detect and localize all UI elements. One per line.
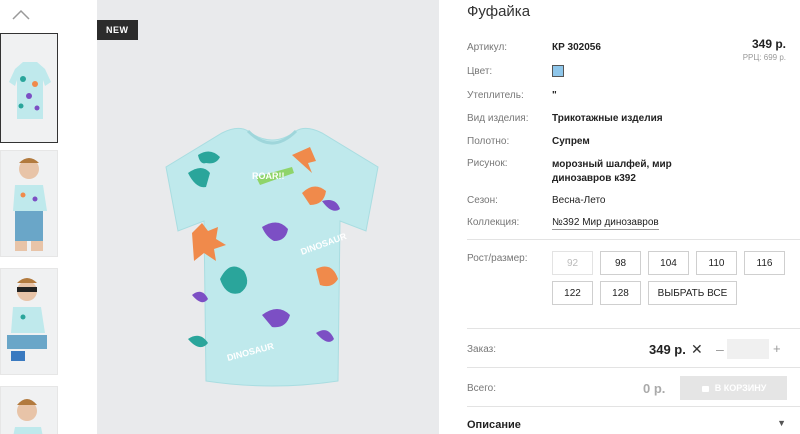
add-to-cart-button[interactable]: В КОРЗИНУ xyxy=(680,376,787,400)
thumbnail-4[interactable] xyxy=(0,386,58,434)
size-option-128[interactable]: 128 xyxy=(600,281,641,305)
attr-value: Весна-Лето xyxy=(552,195,606,206)
divider xyxy=(467,239,800,240)
chevron-up-icon[interactable] xyxy=(11,8,31,22)
product-page: NEW crockid ROAR!! DINOSAUR DINOSAUR Фуф… xyxy=(0,0,800,434)
attr-value: " xyxy=(552,90,557,101)
attr-value: КР 302056 xyxy=(552,42,601,53)
attr-value: Трикотажные изделия xyxy=(552,113,663,124)
product-title: Фуфайка xyxy=(467,3,531,20)
svg-text:ROAR!!: ROAR!! xyxy=(252,171,285,181)
divider xyxy=(467,406,800,407)
cart-icon xyxy=(701,385,709,392)
attr-value: морозный шалфей, мир динозавров к392 xyxy=(552,159,672,184)
divider xyxy=(467,367,800,368)
attr-label: Сезон: xyxy=(467,195,498,206)
sizes-label: Рост/размер: xyxy=(467,253,528,264)
decrease-quantity-button[interactable]: – xyxy=(716,341,724,357)
attr-label: Полотно: xyxy=(467,136,510,147)
collection-link[interactable]: №392 Мир динозавров xyxy=(552,217,659,230)
new-badge: NEW xyxy=(97,20,138,40)
add-to-cart-label: В КОРЗИНУ xyxy=(714,383,767,393)
main-product-image[interactable]: NEW crockid ROAR!! DINOSAUR DINOSAUR xyxy=(97,0,439,434)
attr-label: Артикул: xyxy=(467,42,508,53)
thumbnail-3[interactable] xyxy=(0,268,58,375)
size-option-98[interactable]: 98 xyxy=(600,251,641,275)
chevron-down-icon[interactable]: ▼ xyxy=(777,418,786,428)
attr-label: Рисунок: xyxy=(467,158,508,169)
close-icon[interactable]: ✕ xyxy=(691,341,703,358)
thumbnail-1[interactable] xyxy=(0,33,58,143)
color-swatch[interactable] xyxy=(552,65,564,77)
size-option-92: 92 xyxy=(552,251,593,275)
order-total: 0 р. xyxy=(643,381,666,396)
description-toggle[interactable]: Описание xyxy=(467,419,521,431)
size-option-122[interactable]: 122 xyxy=(552,281,593,305)
thumbnail-gallery xyxy=(0,0,62,434)
attr-label: Утеплитель: xyxy=(467,90,524,101)
tshirt-image: ROAR!! DINOSAUR DINOSAUR xyxy=(165,127,379,387)
size-option-116[interactable]: 116 xyxy=(744,251,785,275)
recommended-price: РРЦ: 699 р. xyxy=(742,53,786,62)
product-info: Фуфайка 349 р. РРЦ: 699 р. Артикул: КР 3… xyxy=(467,0,800,434)
attr-value: Супрем xyxy=(552,136,590,147)
select-all-sizes-button[interactable]: ВЫБРАТЬ ВСЕ xyxy=(648,281,737,305)
thumbnail-2[interactable] xyxy=(0,150,58,257)
attr-label: Коллекция: xyxy=(467,217,520,228)
increase-quantity-button[interactable]: + xyxy=(773,341,781,356)
total-label: Всего: xyxy=(467,383,496,394)
attr-label: Вид изделия: xyxy=(467,113,529,124)
order-label: Заказ: xyxy=(467,344,497,355)
quantity-input[interactable] xyxy=(727,339,769,359)
size-option-104[interactable]: 104 xyxy=(648,251,689,275)
size-option-110[interactable]: 110 xyxy=(696,251,737,275)
product-price: 349 р. xyxy=(751,37,786,51)
attr-label: Цвет: xyxy=(467,66,493,77)
order-price: 349 р. xyxy=(649,342,686,357)
divider xyxy=(467,328,800,329)
